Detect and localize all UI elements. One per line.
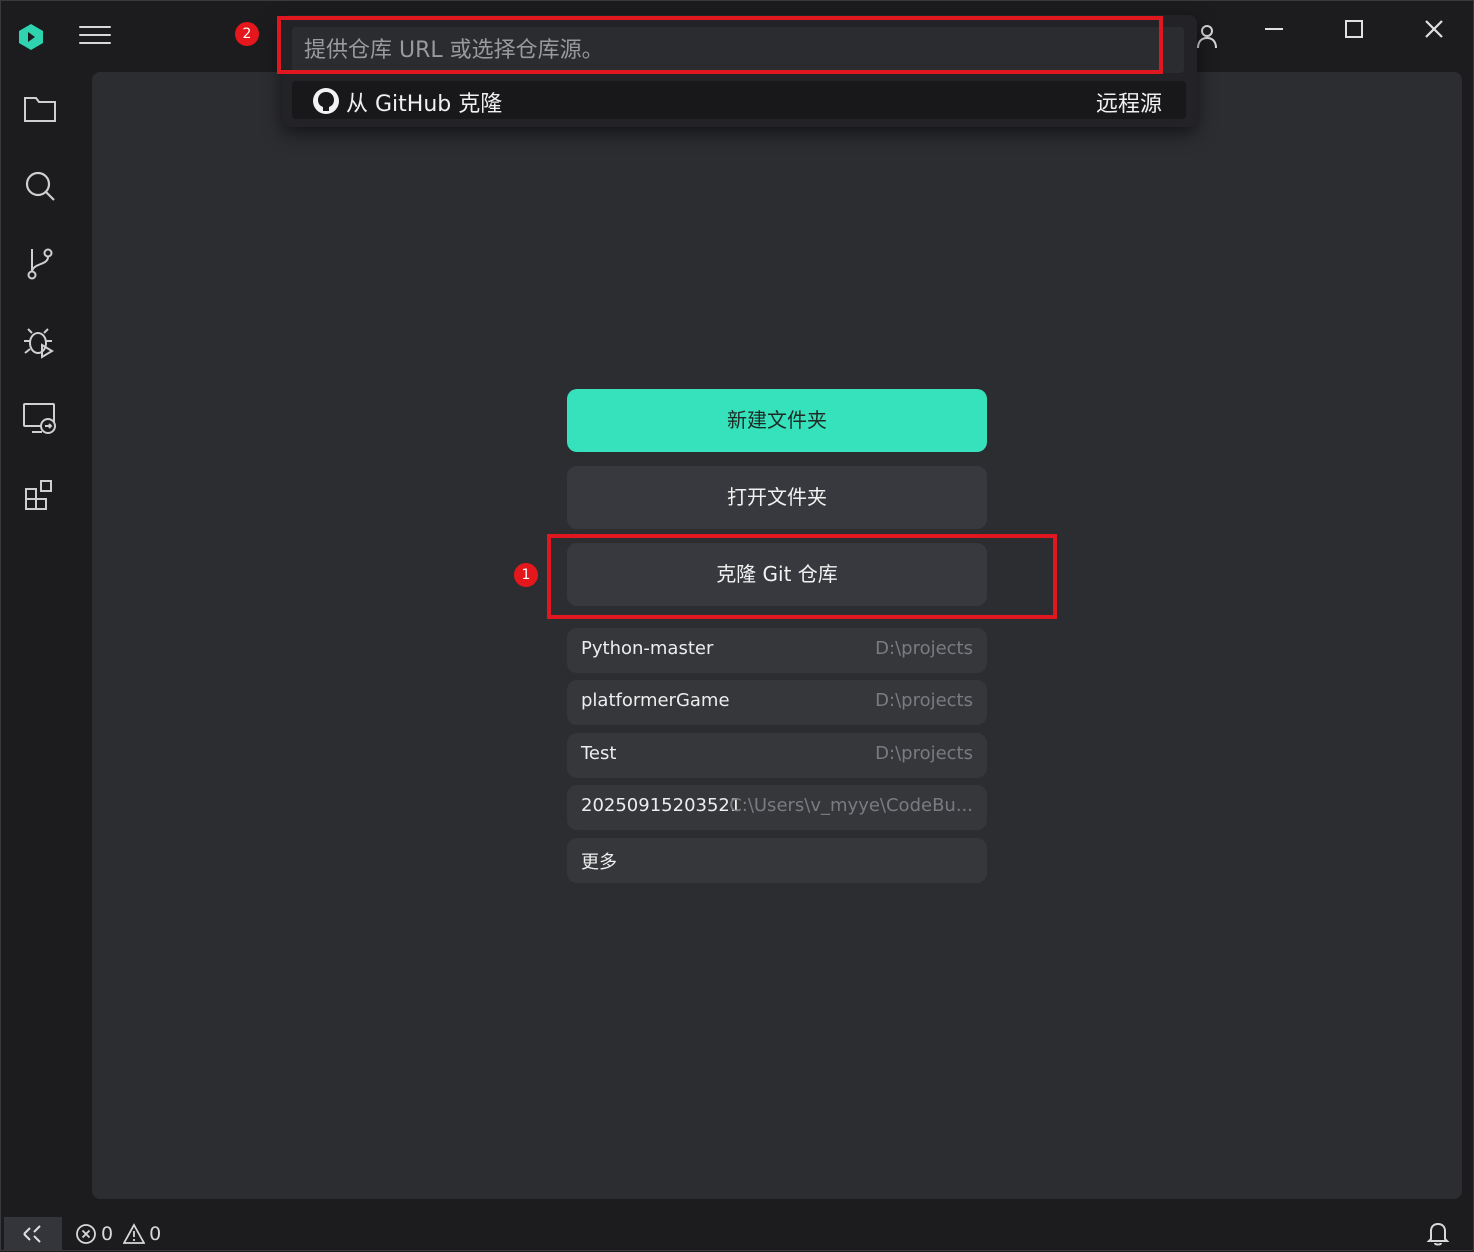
annotation-badge-1: 1 [514,563,538,587]
warning-icon [123,1223,146,1244]
app-window: 从 GitHub 克隆 远程源 新建文件夹 打开文件夹 克隆 Git 仓库 Py… [0,0,1474,1251]
remote-indicator-icon [23,1225,41,1243]
recent-project-path: D:\projects [875,638,973,659]
recent-project-item[interactable]: Python-master D:\projects [567,628,987,673]
close-icon[interactable] [1414,15,1454,45]
annotation-box-2 [277,16,1163,74]
status-bar: 0 0 [1,1213,1474,1252]
quick-pick-item-description: 远程源 [1095,92,1162,117]
codebuddy-logo-icon[interactable] [18,23,44,51]
annotation-box-1 [547,534,1057,619]
recent-project-name: Python-master [581,638,714,659]
search-icon[interactable] [20,166,60,206]
run-debug-icon[interactable] [20,321,60,361]
activity-bar [1,71,79,1201]
annotation-badge-2: 2 [235,22,259,46]
recent-project-item[interactable]: Test D:\projects [567,733,987,778]
bell-icon[interactable] [1425,1219,1451,1247]
error-count: 0 [101,1223,114,1245]
recent-project-name: 20250915203521 [581,795,742,816]
github-icon [313,88,339,114]
hamburger-menu-icon[interactable] [79,26,111,48]
more-recent-button[interactable]: 更多 [567,838,987,883]
recent-project-path: D:\projects [875,743,973,764]
account-icon[interactable] [1193,21,1221,51]
recent-project-path: C:\Users\v_myye\CodeBu... [729,795,973,816]
problems-indicator[interactable]: 0 0 [75,1221,161,1247]
recent-project-name: platformerGame [581,690,730,711]
clone-from-github-item[interactable]: 从 GitHub 克隆 远程源 [292,81,1186,119]
error-icon [76,1224,96,1244]
maximize-icon[interactable] [1334,15,1374,45]
explorer-icon[interactable] [20,89,60,129]
remote-indicator-button[interactable] [4,1217,62,1250]
new-folder-button[interactable]: 新建文件夹 [567,389,987,452]
warning-count: 0 [149,1223,162,1245]
source-control-icon[interactable] [20,243,60,283]
quick-pick-item-label: 从 GitHub 克隆 [346,92,503,117]
recent-project-name: Test [581,743,617,764]
extensions-icon[interactable] [20,475,60,515]
minimize-icon[interactable] [1254,15,1294,45]
recent-project-path: D:\projects [875,690,973,711]
more-label: 更多 [581,852,617,873]
open-folder-button[interactable]: 打开文件夹 [567,466,987,529]
recent-project-item[interactable]: platformerGame D:\projects [567,680,987,725]
remote-explorer-icon[interactable] [20,398,60,438]
recent-project-item[interactable]: 20250915203521 C:\Users\v_myye\CodeBu... [567,785,987,830]
